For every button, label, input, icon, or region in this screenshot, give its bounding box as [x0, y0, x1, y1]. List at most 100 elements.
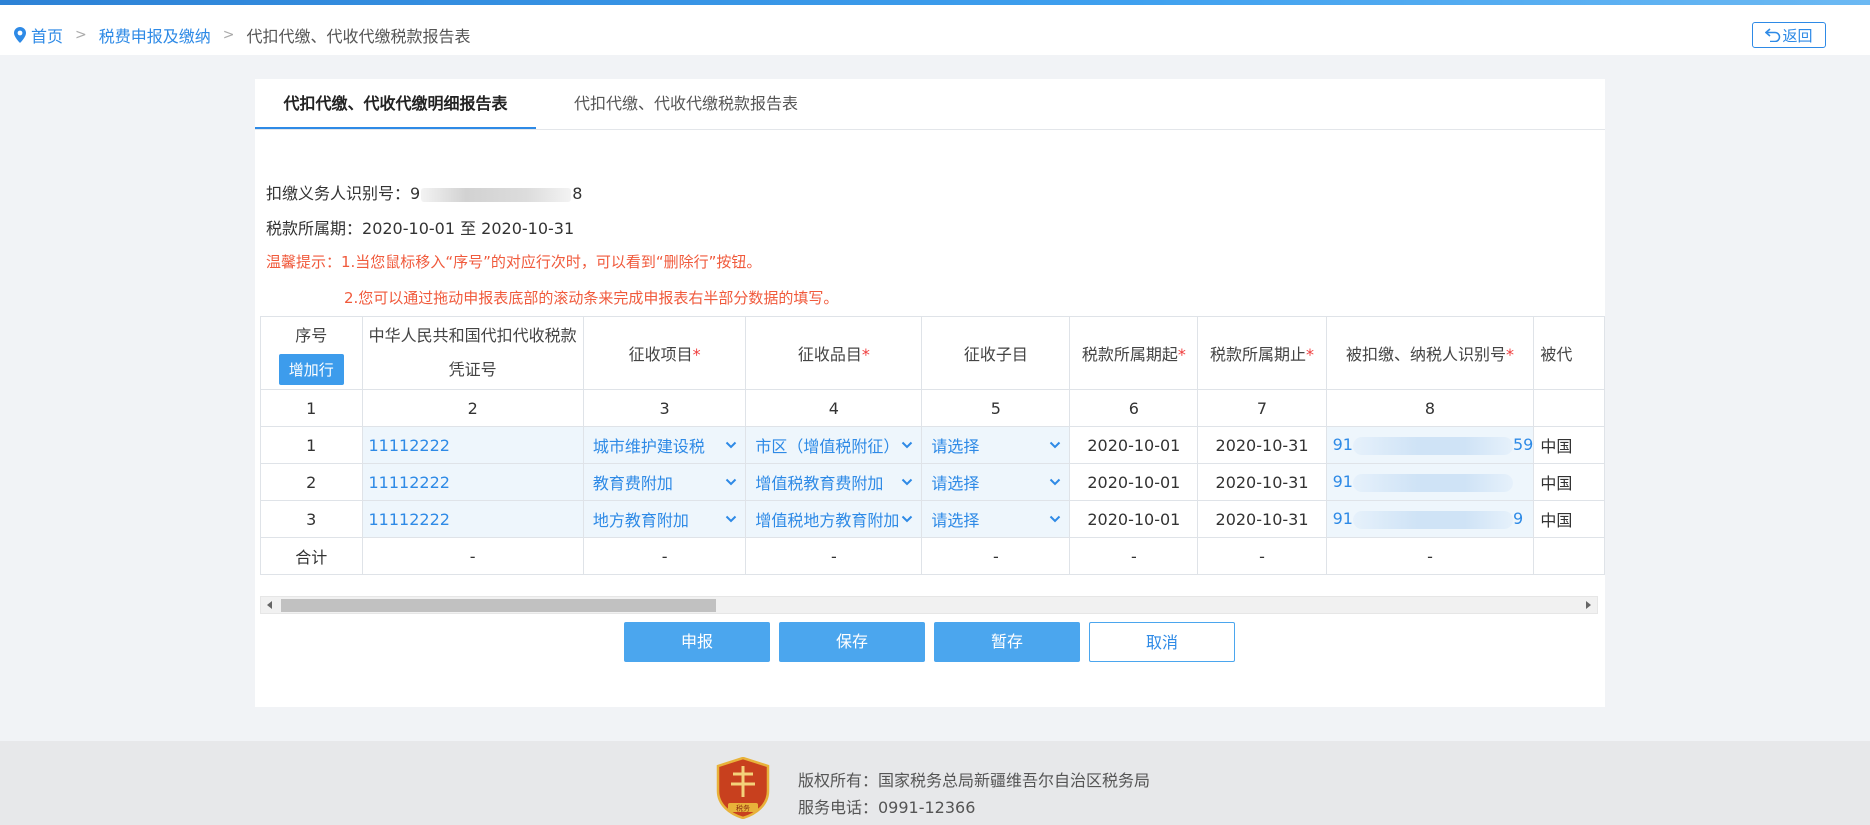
tax-period-label: 税款所属期：: [266, 219, 363, 238]
payer-id-suffix: 9: [1512, 509, 1524, 529]
tip-line-2: 2.您可以通过拖动申报表底部的滚动条来完成申报表右半部分数据的填写。: [344, 289, 839, 307]
service-phone-text: 服务电话：0991-12366: [798, 798, 976, 817]
period-end-cell: 2020-10-31: [1197, 500, 1327, 538]
total-cell: -: [1069, 537, 1199, 575]
subitem-select[interactable]: 增值税教育费附加: [745, 463, 923, 501]
back-button-label: 返回: [1782, 26, 1813, 45]
scrollbar-thumb[interactable]: [281, 599, 716, 612]
child-select[interactable]: 请选择: [921, 463, 1071, 501]
table-row: 2 11112222 教育费附加 增值税教育费附加 请选择 2020-10-01…: [260, 463, 1605, 501]
tab-detail-report[interactable]: 代扣代缴、代收代缴明细报告表: [255, 79, 536, 129]
subitem-select[interactable]: 市区（增值税附征）: [745, 426, 923, 464]
breadcrumb-current: 代扣代缴、代收代缴税款报告表: [246, 27, 471, 46]
payer-id-input[interactable]: 91 9: [1325, 500, 1535, 538]
withholder-id-suffix: 8: [572, 184, 583, 203]
cancel-button[interactable]: 取消: [1089, 622, 1235, 662]
item-select[interactable]: 城市维护建设税: [582, 426, 747, 464]
copyright-text: 版权所有：国家税务总局新疆维吾尔自治区税务局: [798, 771, 1151, 790]
child-select[interactable]: 请选择: [921, 426, 1071, 464]
header-seq-label: 序号: [295, 325, 328, 345]
chevron-down-icon: [726, 441, 737, 449]
withholder-id-label: 扣缴义务人识别号：: [266, 184, 411, 203]
total-cell: -: [745, 537, 923, 575]
column-number: [1533, 389, 1605, 427]
report-panel: 代扣代缴、代收代缴明细报告表 代扣代缴、代收代缴税款报告表 扣缴义务人识别号：9…: [255, 79, 1605, 707]
header-end-label: 税款所属期止: [1210, 345, 1307, 364]
next-column-cell: 中国: [1533, 463, 1605, 501]
column-number-row: 1 2 3 4 5 6 7 8: [260, 389, 1605, 427]
required-mark: *: [861, 345, 870, 364]
breadcrumb-separator: >: [75, 27, 87, 43]
scroll-right-arrow-icon[interactable]: [1586, 601, 1591, 609]
tip-line-1: 温馨提示：1.当您鼠标移入“序号”的对应行次时，可以看到“删除行”按钮。: [266, 253, 762, 271]
redaction-mask: [1352, 436, 1513, 455]
payer-id-prefix: 91: [1332, 472, 1353, 492]
breadcrumb-home-link[interactable]: 首页: [31, 23, 63, 47]
table-row: 1 11112222 城市维护建设税 市区（增值税附征） 请选择 2020-10…: [260, 426, 1605, 464]
back-button[interactable]: 返回: [1752, 22, 1826, 48]
chevron-down-icon: [1050, 515, 1061, 523]
required-mark: *: [1306, 345, 1315, 364]
declaration-table: 序号 增加行 中华人民共和国代扣代收税款 凭证号 征收项目* 征收品目* 征收子…: [260, 316, 1605, 575]
withholder-id-prefix: 9: [410, 184, 421, 203]
header-child-label: 征收子目: [963, 345, 1028, 364]
column-number: 5: [921, 389, 1071, 427]
item-select-value: 地方教育附加: [592, 511, 689, 530]
redaction-mask: [1352, 473, 1513, 492]
item-select[interactable]: 教育费附加: [582, 463, 747, 501]
voucher-input[interactable]: 11112222: [361, 463, 584, 501]
header-item-label: 征收项目: [628, 345, 693, 364]
next-column-cell: 中国: [1533, 500, 1605, 538]
row-seq[interactable]: 3: [260, 500, 363, 538]
tax-period-value: 2020-10-01 至 2020-10-31: [362, 219, 575, 238]
tax-period-line: 税款所属期：2020-10-01 至 2020-10-31: [266, 215, 574, 239]
child-select[interactable]: 请选择: [921, 500, 1071, 538]
next-column-cell: 中国: [1533, 426, 1605, 464]
item-select-value: 教育费附加: [592, 474, 673, 493]
row-seq[interactable]: 2: [260, 463, 363, 501]
chevron-down-icon: [902, 478, 913, 486]
tab-tax-report[interactable]: 代扣代缴、代收代缴税款报告表: [574, 79, 798, 129]
chevron-down-icon: [902, 515, 913, 523]
save-button[interactable]: 保存: [779, 622, 925, 662]
emblem-text: 税务: [736, 804, 750, 813]
total-cell: -: [361, 537, 584, 575]
period-start-cell: 2020-10-01: [1069, 463, 1199, 501]
horizontal-scrollbar[interactable]: [260, 596, 1598, 614]
total-row: 合计 - - - - - - -: [260, 537, 1605, 575]
voucher-input[interactable]: 11112222: [361, 500, 584, 538]
item-select-value: 城市维护建设税: [592, 437, 705, 456]
header-voucher-line2: 凭证号: [448, 360, 497, 379]
header-child: 征收子目: [921, 316, 1071, 390]
voucher-input[interactable]: 11112222: [361, 426, 584, 464]
breadcrumb: 首页 > 税费申报及缴纳 > 代扣代缴、代收代缴税款报告表: [13, 23, 471, 47]
chevron-down-icon: [726, 515, 737, 523]
row-seq[interactable]: 1: [260, 426, 363, 464]
submit-button[interactable]: 申报: [624, 622, 770, 662]
add-row-button[interactable]: 增加行: [278, 353, 344, 385]
total-cell: -: [921, 537, 1071, 575]
subitem-select-value: 增值税教育费附加: [755, 474, 884, 493]
top-navigation-bar: 首页 > 税费申报及缴纳 > 代扣代缴、代收代缴税款报告表 返回: [0, 5, 1870, 55]
chevron-down-icon: [902, 441, 913, 449]
column-number: 7: [1197, 389, 1327, 427]
return-arrow-icon: [1765, 28, 1781, 42]
subitem-select[interactable]: 增值税地方教育附加: [745, 500, 923, 538]
breadcrumb-separator: >: [222, 27, 235, 43]
breadcrumb-tax-filing-link[interactable]: 税费申报及缴纳: [99, 23, 211, 47]
header-voucher: 中华人民共和国代扣代收税款 凭证号: [361, 316, 584, 390]
column-number: 2: [361, 389, 584, 427]
required-mark: *: [692, 345, 701, 364]
header-subitem: 征收品目*: [745, 316, 923, 390]
payer-id-input[interactable]: 91 59: [1325, 426, 1535, 464]
column-number: 4: [745, 389, 923, 427]
required-mark: *: [1505, 345, 1514, 364]
child-select-value: 请选择: [931, 511, 980, 530]
total-cell: -: [1325, 537, 1535, 575]
draft-button[interactable]: 暂存: [934, 622, 1080, 662]
scroll-left-arrow-icon[interactable]: [267, 601, 272, 609]
header-row: 序号 增加行 中华人民共和国代扣代收税款 凭证号 征收项目* 征收品目* 征收子…: [260, 316, 1605, 390]
payer-id-input[interactable]: 91: [1325, 463, 1535, 501]
item-select[interactable]: 地方教育附加: [582, 500, 747, 538]
payer-id-prefix: 91: [1332, 435, 1353, 455]
